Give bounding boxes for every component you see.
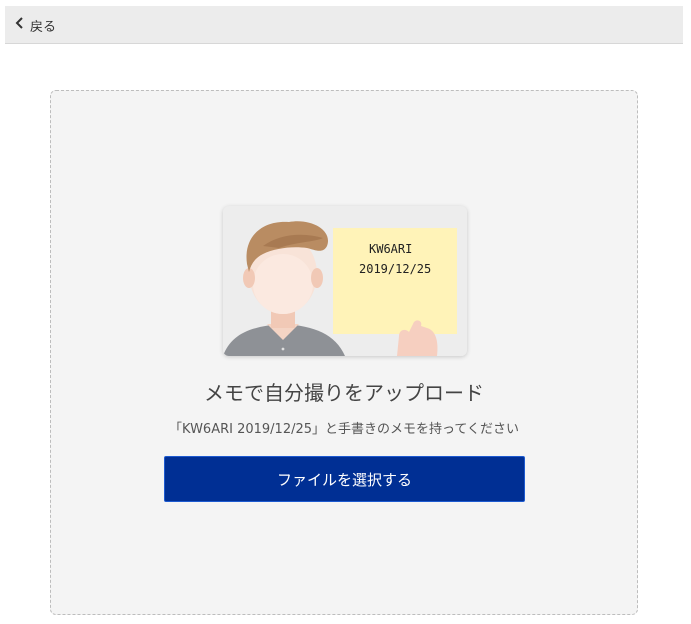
memo-line-2: 2019/12/25 (359, 262, 431, 276)
upload-instruction: 「KW6ARI 2019/12/25」と手書きのメモを持ってください (169, 422, 519, 437)
chevron-left-icon (15, 17, 30, 33)
back-label: 戻る (30, 19, 57, 35)
back-button[interactable]: 戻る (15, 14, 56, 36)
upload-dropzone[interactable]: KW6ARI 2019/12/25 メモで自分撮りをアップロード 「KW6ARI… (50, 90, 638, 615)
upload-heading: メモで自分撮りをアップロード (204, 381, 484, 405)
top-bar: 戻る (5, 6, 683, 44)
selfie-with-memo-illustration: KW6ARI 2019/12/25 (223, 206, 467, 356)
memo-line-1: KW6ARI (369, 242, 412, 256)
select-file-button[interactable]: ファイルを選択する (164, 456, 525, 502)
